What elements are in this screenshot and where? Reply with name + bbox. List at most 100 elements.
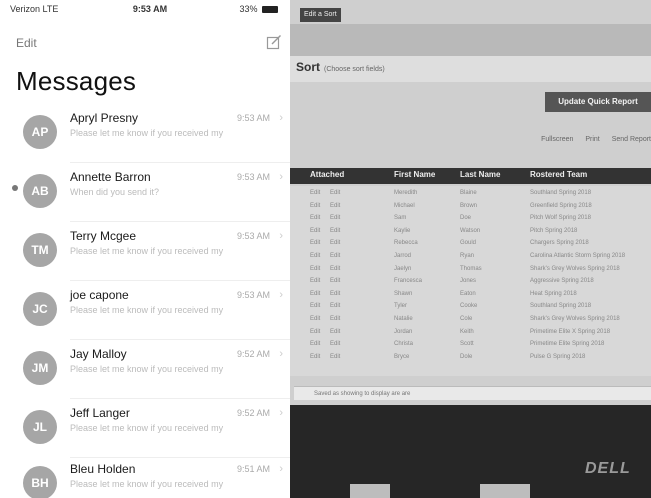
table-cell: Keith <box>460 328 474 335</box>
table-row: Edit Edit Michael Brown Greenfield Spring 20… <box>290 203 651 211</box>
avatar: JM <box>23 351 57 385</box>
table-cell: Ryan <box>460 253 475 259</box>
edit-link[interactable]: Edit <box>330 291 340 297</box>
message-time: 9:53 AM <box>236 172 270 182</box>
avatar: BH <box>23 466 57 498</box>
edit-link[interactable]: Edit <box>310 316 320 322</box>
conversation-row[interactable]: JM Jay Malloy 9:52 AM › Please let me kn… <box>0 339 290 399</box>
table-cell: Cole <box>460 316 473 322</box>
conversation-row[interactable]: JC joe capone 9:53 AM › Please let me kn… <box>0 280 290 340</box>
edit-link[interactable]: Edit <box>330 354 340 360</box>
avatar: TM <box>23 233 57 267</box>
table-row: Edit Edit Jordan Keith Primetime Elite X Spr… <box>290 329 651 337</box>
edit-link[interactable]: Edit <box>330 341 340 347</box>
compose-icon[interactable] <box>266 34 282 50</box>
table-cell: Dole <box>460 353 473 360</box>
table-row: Edit Edit Kaylie Watson Pitch Spring 2018 <box>290 228 651 236</box>
sort-subtitle: (Choose sort fields) <box>324 66 385 73</box>
avatar: JL <box>23 410 57 444</box>
table-cell: Sam <box>394 215 407 222</box>
chevron-right-icon: › <box>279 230 283 242</box>
table-cell: Pitch Spring 2018 <box>530 227 578 234</box>
edit-link[interactable]: Edit <box>310 354 320 360</box>
edit-button[interactable]: Edit <box>16 36 37 50</box>
message-preview: Please let me know if you received my <box>70 364 224 374</box>
edit-link[interactable]: Edit <box>330 329 340 335</box>
table-cell: Jaelyn <box>394 265 412 272</box>
conversation-row[interactable]: TM Terry Mcgee 9:53 AM › Please let me k… <box>0 221 290 281</box>
contact-name: Jeff Langer <box>70 406 130 420</box>
column-header: Attached <box>310 170 345 179</box>
edit-link[interactable]: Edit <box>310 303 320 309</box>
edit-link[interactable]: Edit <box>330 203 340 209</box>
message-time: 9:51 AM <box>236 464 270 474</box>
edit-link[interactable]: Edit <box>310 240 320 246</box>
column-header: Rostered Team <box>530 170 588 179</box>
edit-link[interactable]: Edit <box>330 266 340 272</box>
edit-link[interactable]: Edit <box>330 278 340 284</box>
edit-link[interactable]: Edit <box>330 316 340 322</box>
roster-table: Edit Edit Meredith Blaine Southland Spring 2… <box>290 186 651 376</box>
edit-link[interactable]: Edit <box>330 253 340 259</box>
battery-icon <box>262 6 278 13</box>
message-time: 9:52 AM <box>236 408 270 418</box>
table-cell: Pitch Wolf Spring 2018 <box>530 215 591 222</box>
conversation-row[interactable]: JL Jeff Langer 9:52 AM › Please let me k… <box>0 398 290 458</box>
table-cell: Christa <box>394 341 414 348</box>
table-cell: Heat Spring 2018 <box>530 290 577 297</box>
table-cell: Jarrod <box>394 253 412 259</box>
edit-link[interactable]: Edit <box>310 228 320 234</box>
table-row: Edit Edit Natalie Cole Shark's Grey Wolves S… <box>290 316 651 324</box>
table-cell: Eaton <box>460 290 476 297</box>
edit-link[interactable]: Edit <box>330 240 340 246</box>
table-cell: Carolina Atlantic Storm Spring 2018 <box>530 253 626 259</box>
table-row: Edit Edit Shawn Eaton Heat Spring 2018 <box>290 291 651 299</box>
conversation-row[interactable]: BH Bleu Holden 9:51 AM › Please let me k… <box>0 454 290 498</box>
chevron-right-icon: › <box>279 112 283 124</box>
dell-logo: DELL <box>585 460 631 477</box>
chevron-right-icon: › <box>279 171 283 183</box>
update-quick-report-button[interactable]: Update Quick Report <box>545 92 651 112</box>
conversation-row[interactable]: AB Annette Barron 9:53 AM › When did you… <box>0 162 290 222</box>
table-cell: Kaylie <box>394 227 411 234</box>
table-cell: Bryce <box>394 353 410 360</box>
photo-tag: Edit a Sort <box>300 8 341 22</box>
table-cell: Doe <box>460 215 472 222</box>
table-cell: Southland Spring 2018 <box>530 303 592 310</box>
fullscreen-link[interactable]: Fullscreen <box>541 136 573 143</box>
contact-name: Apryl Presny <box>70 111 139 125</box>
messages-app: Verizon LTE 9:53 AM 33% Edit Messages AP… <box>0 0 290 498</box>
table-footer: Saved as showing to display are are <box>294 386 651 400</box>
send-report-link[interactable]: Send Report <box>612 136 651 143</box>
edit-link[interactable]: Edit <box>310 190 320 196</box>
edit-link[interactable]: Edit <box>310 341 320 347</box>
table-row: Edit Edit Jarrod Ryan Carolina Atlantic Stor… <box>290 253 651 261</box>
contact-name: Jay Malloy <box>70 347 127 361</box>
table-cell: Thomas <box>460 265 482 272</box>
sort-title-text: Sort <box>296 60 320 74</box>
edit-link[interactable]: Edit <box>330 228 340 234</box>
edit-link[interactable]: Edit <box>310 266 320 272</box>
edit-link[interactable]: Edit <box>310 278 320 284</box>
edit-link[interactable]: Edit <box>330 215 340 221</box>
message-preview: Please let me know if you received my <box>70 305 224 315</box>
edit-link[interactable]: Edit <box>330 303 340 309</box>
chevron-right-icon: › <box>279 407 283 419</box>
edit-link[interactable]: Edit <box>310 291 320 297</box>
table-cell: Francesca <box>394 278 423 285</box>
table-cell: Pulse G Spring 2018 <box>530 353 586 360</box>
avatar: JC <box>23 292 57 326</box>
edit-link[interactable]: Edit <box>310 329 320 335</box>
edit-link[interactable]: Edit <box>310 215 320 221</box>
column-header: First Name <box>394 170 436 179</box>
avatar: AB <box>23 174 57 208</box>
table-row: Edit Edit Rebecca Gould Chargers Spring 2018 <box>290 240 651 248</box>
edit-link[interactable]: Edit <box>310 203 320 209</box>
battery-percent: 33% <box>239 4 258 14</box>
conversation-row[interactable]: AP Apryl Presny 9:53 AM › Please let me … <box>0 103 290 163</box>
table-cell: Scott <box>460 341 474 348</box>
edit-link[interactable]: Edit <box>310 253 320 259</box>
edit-link[interactable]: Edit <box>330 190 340 196</box>
print-link[interactable]: Print <box>585 136 599 143</box>
desk-object <box>480 484 530 498</box>
